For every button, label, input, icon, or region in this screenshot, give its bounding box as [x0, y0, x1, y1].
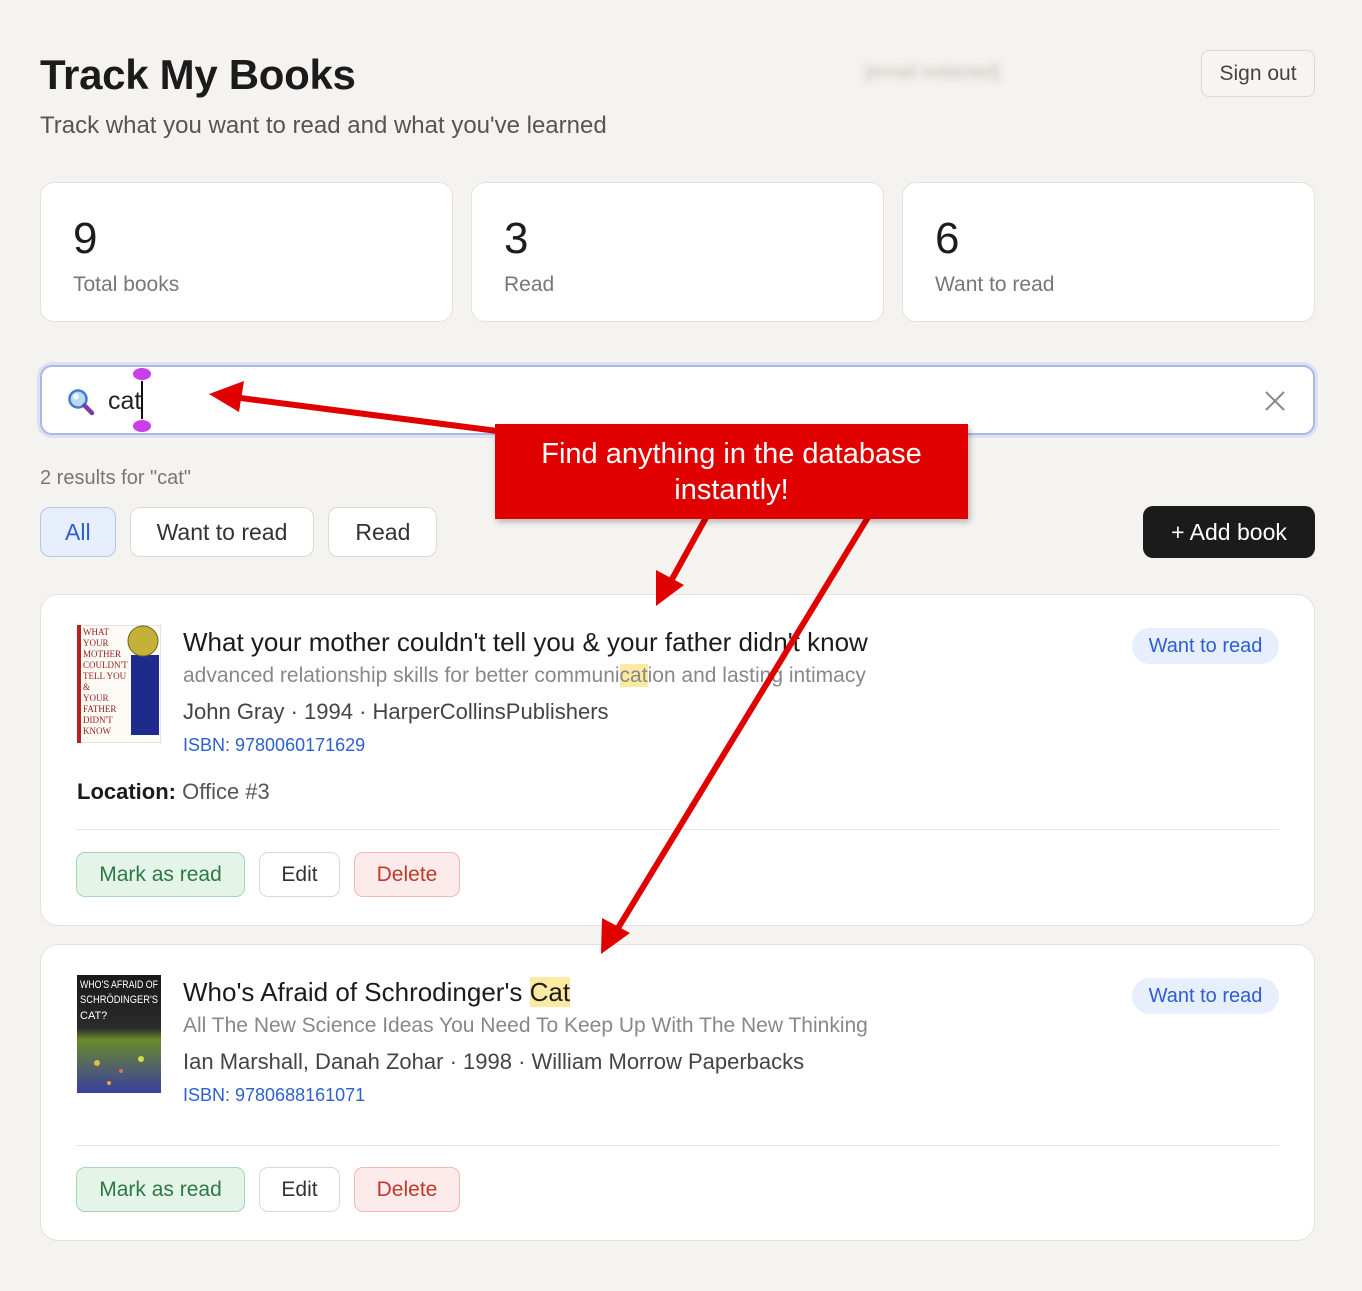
cover-line: FATHER — [83, 704, 116, 714]
location-value: Office #3 — [182, 779, 270, 804]
stat-value: 9 — [73, 214, 98, 263]
stat-label: Want to read — [935, 273, 1055, 296]
filter-read[interactable]: Read — [328, 507, 438, 557]
cover-line: KNOW — [83, 726, 111, 736]
book-location: Location: Office #3 — [77, 779, 270, 805]
cover-line: WHO'S AFRAID OF — [80, 979, 158, 991]
arrow-to-first-result — [663, 511, 711, 593]
annotation-callout: Find anything in the database instantly! — [495, 424, 968, 519]
search-highlight: cat — [619, 664, 648, 687]
card-divider — [76, 1145, 1279, 1146]
stat-value: 3 — [504, 214, 529, 263]
stats-row: 9 Total books 3 Read 6 Want to read — [40, 182, 1315, 322]
cover-line: YOUR — [83, 693, 109, 703]
selection-handle-top[interactable] — [132, 367, 152, 381]
card-actions: Mark as read Edit Delete — [76, 1167, 460, 1212]
add-book-button[interactable]: + Add book — [1143, 506, 1315, 558]
filter-tabs: All Want to read Read — [40, 507, 438, 557]
mark-as-read-button[interactable]: Mark as read — [76, 852, 245, 897]
app-subtitle: Track what you want to read and what you… — [40, 112, 607, 139]
status-badge: Want to read — [1132, 628, 1279, 664]
mark-as-read-button[interactable]: Mark as read — [76, 1167, 245, 1212]
card-actions: Mark as read Edit Delete — [76, 852, 460, 897]
edit-button[interactable]: Edit — [259, 1167, 340, 1212]
stat-label: Total books — [73, 273, 180, 296]
clear-search-icon[interactable] — [1263, 389, 1287, 413]
book-isbn: ISBN: 9780688161071 — [183, 1085, 366, 1105]
status-badge: Want to read — [1132, 978, 1279, 1014]
user-email: [email redacted] — [865, 62, 1001, 83]
cover-line: WHAT — [83, 627, 109, 637]
book-meta: John Gray · 1994 · HarperCollinsPublishe… — [183, 699, 609, 724]
book-title[interactable]: What your mother couldn't tell you & you… — [183, 627, 868, 658]
cover-line: SCHRÖDINGER'S — [80, 994, 158, 1006]
cover-line: CAT? — [80, 1010, 107, 1022]
delete-button[interactable]: Delete — [354, 1167, 460, 1212]
book-subtitle: advanced relationship skills for better … — [183, 664, 866, 687]
sign-out-button[interactable]: Sign out — [1201, 50, 1315, 97]
location-label: Location: — [77, 779, 176, 804]
stat-want-to-read: 6 Want to read — [902, 182, 1315, 322]
book-subtitle: All The New Science Ideas You Need To Ke… — [183, 1014, 868, 1037]
search-input[interactable] — [108, 379, 1208, 423]
cover-line: TELL YOU — [83, 671, 127, 681]
stat-total-books: 9 Total books — [40, 182, 453, 322]
cover-line: YOUR — [83, 638, 109, 648]
search-icon — [68, 389, 95, 416]
filter-all[interactable]: All — [40, 507, 116, 557]
book-cover-image: WHO'S AFRAID OF SCHRÖDINGER'S CAT? — [77, 975, 161, 1093]
cover-line: COULDN'T — [83, 660, 128, 670]
stat-value: 6 — [935, 214, 960, 263]
book-meta: Ian Marshall, Danah Zohar · 1998 · Willi… — [183, 1049, 805, 1074]
book-title[interactable]: Who's Afraid of Schrodinger's Cat — [183, 977, 571, 1008]
card-divider — [76, 829, 1279, 830]
book-card: WHAT YOUR MOTHER COULDN'T TELL YOU & YOU… — [40, 594, 1315, 926]
cover-line: & — [83, 682, 90, 692]
cover-line: DIDN'T — [83, 715, 113, 725]
text-caret — [141, 381, 143, 419]
search-highlight: Cat — [529, 977, 571, 1007]
selection-handle-bottom[interactable] — [132, 419, 152, 433]
filter-want-to-read[interactable]: Want to read — [129, 507, 315, 557]
page-header: Track My Books Track what you want to re… — [40, 50, 1315, 150]
stat-read: 3 Read — [471, 182, 884, 322]
stat-label: Read — [504, 273, 555, 296]
book-cover-image: WHAT YOUR MOTHER COULDN'T TELL YOU & YOU… — [77, 625, 161, 743]
book-card: WHO'S AFRAID OF SCHRÖDINGER'S CAT? Who's… — [40, 944, 1315, 1241]
edit-button[interactable]: Edit — [259, 852, 340, 897]
book-isbn: ISBN: 9780060171629 — [183, 735, 366, 755]
results-count: 2 results for "cat" — [40, 467, 191, 489]
delete-button[interactable]: Delete — [354, 852, 460, 897]
cover-line: MOTHER — [83, 649, 121, 659]
